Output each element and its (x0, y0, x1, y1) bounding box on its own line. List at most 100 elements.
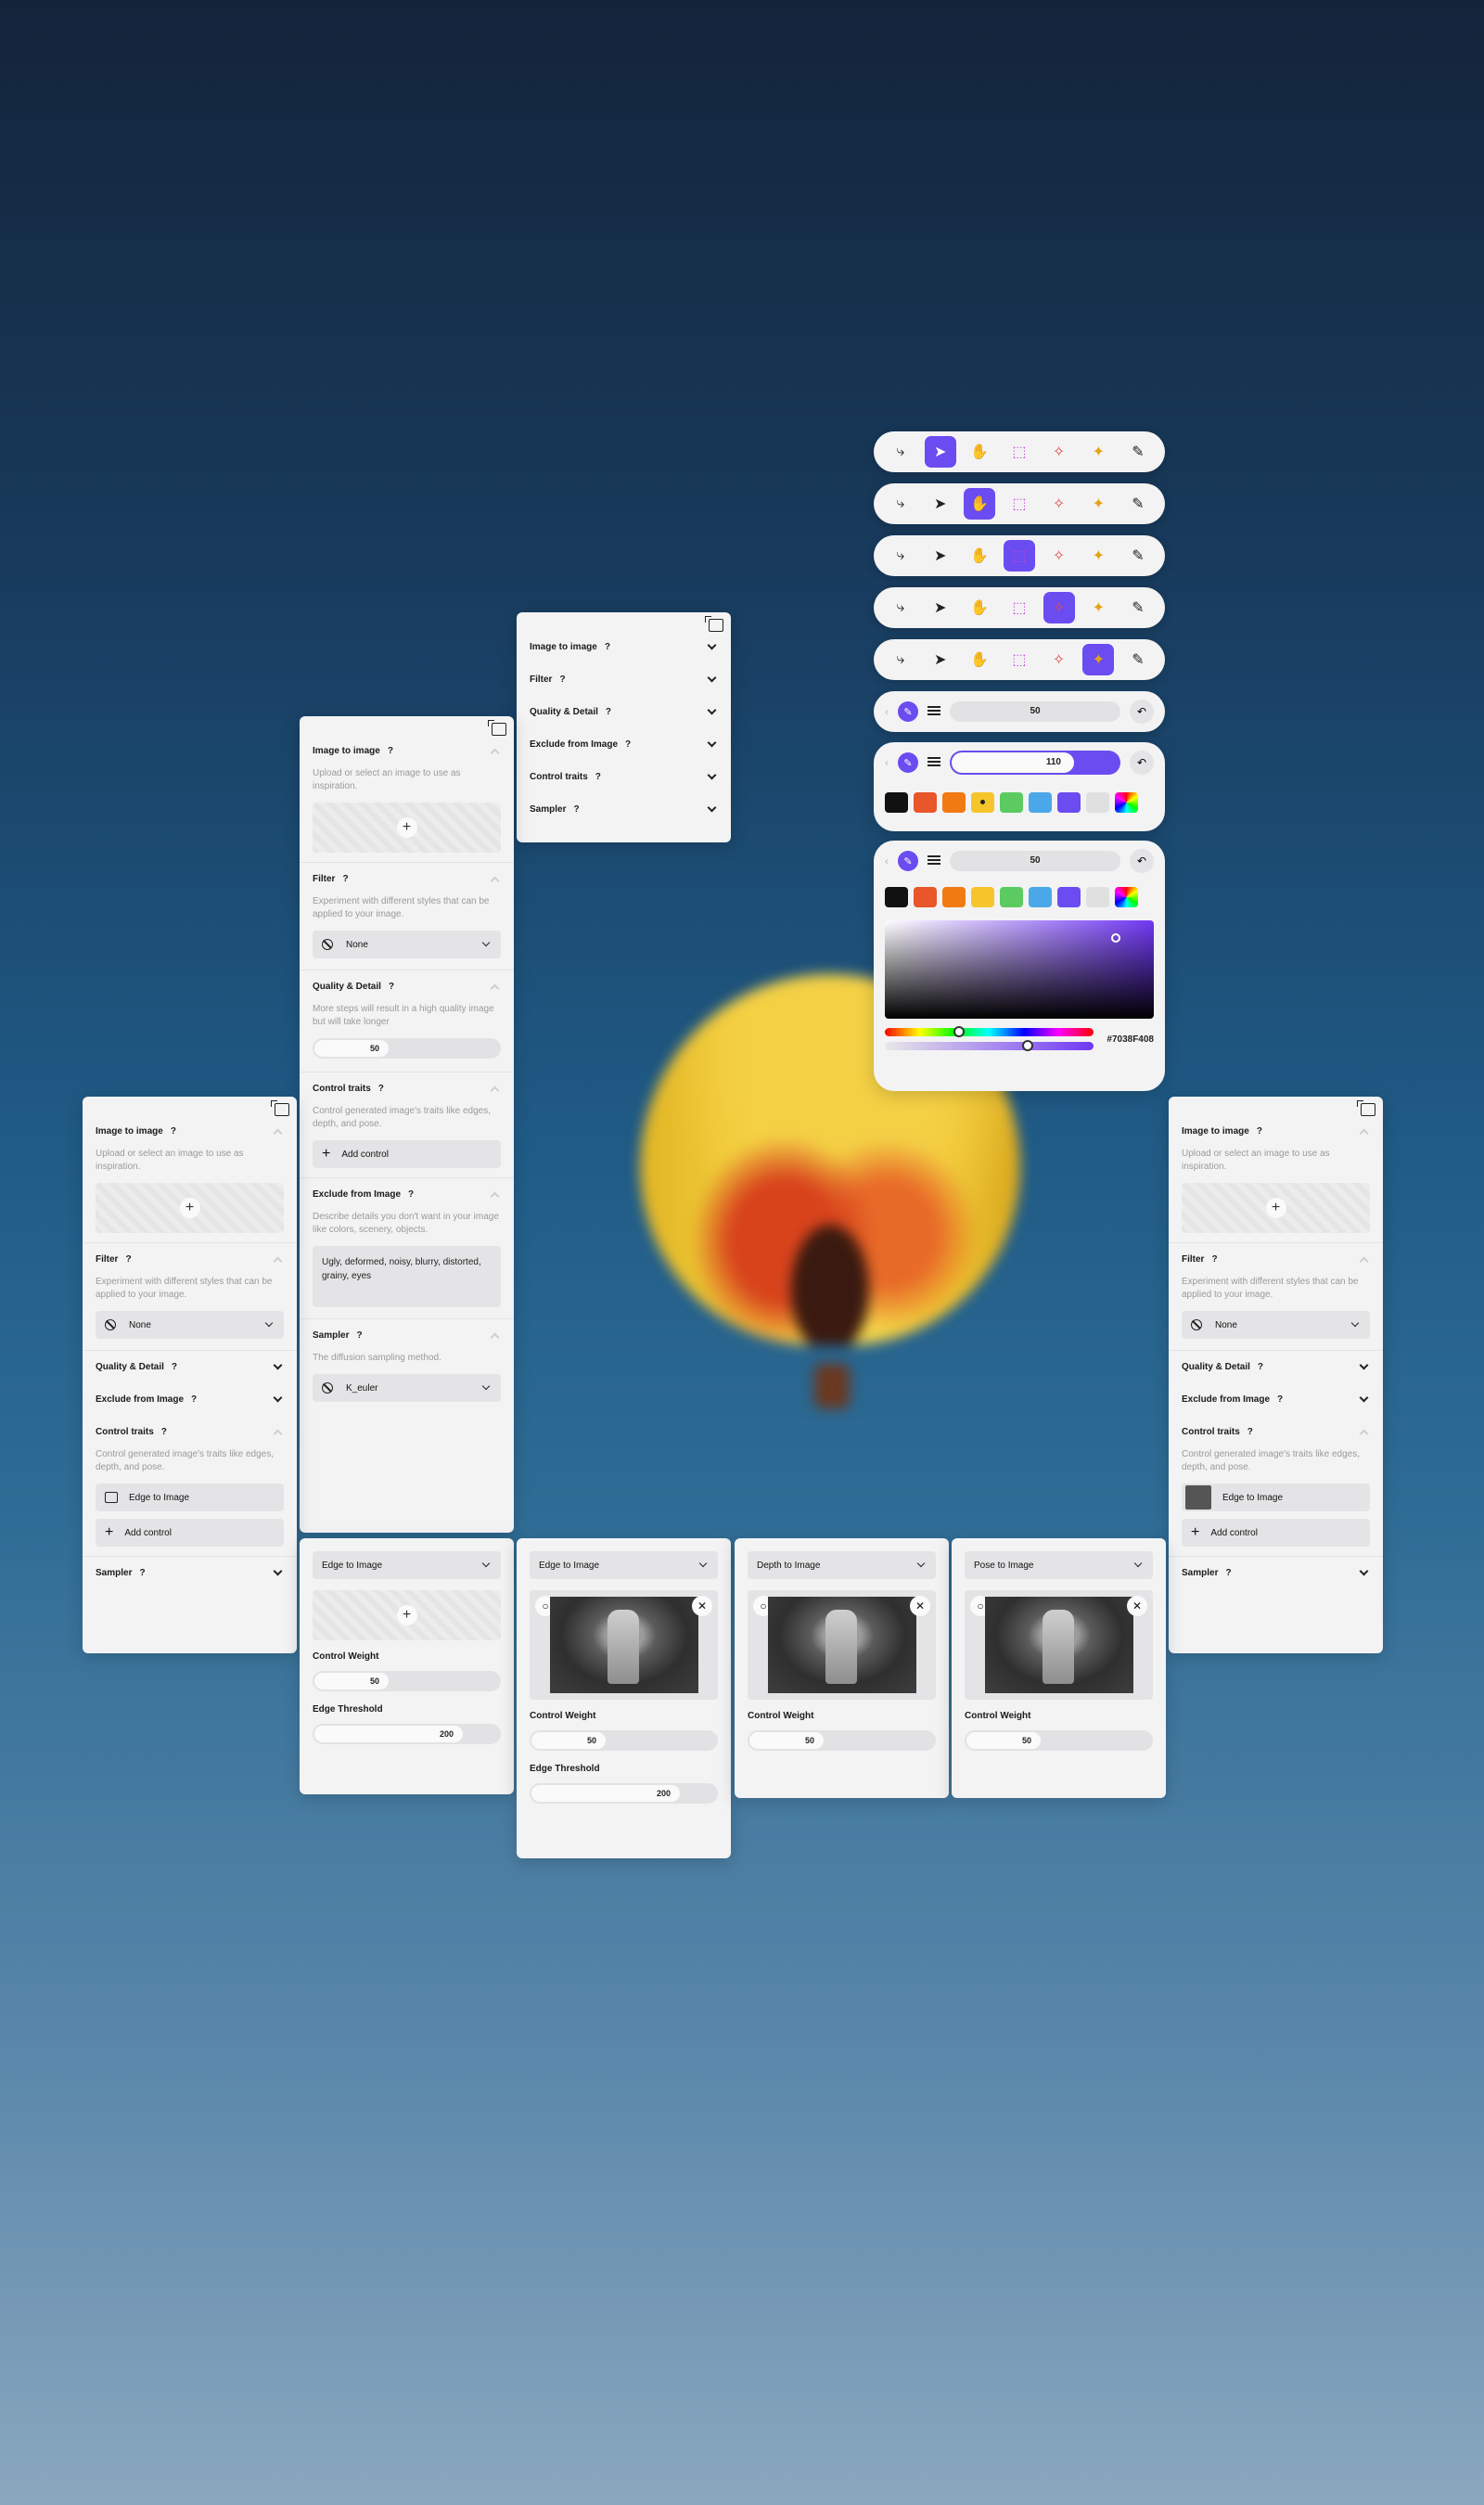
color-swatch[interactable] (1000, 792, 1023, 813)
close-icon[interactable]: ✕ (1127, 1596, 1147, 1616)
brush-icon[interactable]: ✎ (898, 752, 918, 773)
add-control-button[interactable]: + Add control (1182, 1519, 1370, 1547)
section-sampler[interactable]: Sampler? (313, 1319, 501, 1352)
control-weight-value[interactable]: 50 (749, 1732, 824, 1749)
pencil-icon[interactable]: ✎ (1122, 540, 1154, 572)
scissors-icon[interactable]: ⤷ (885, 436, 916, 468)
plus-icon[interactable]: + (179, 1198, 200, 1218)
stroke-width-icon[interactable] (928, 855, 940, 867)
eraser-icon[interactable]: ✧ (1043, 436, 1075, 468)
hue-handle[interactable] (953, 1026, 965, 1037)
edge-threshold-slider[interactable]: 200 (313, 1724, 501, 1744)
eraser-icon[interactable]: ✧ (1043, 592, 1075, 623)
color-swatch[interactable] (885, 887, 908, 907)
control-weight-value[interactable]: 50 (966, 1732, 1041, 1749)
hand-icon[interactable]: ✋ (964, 488, 996, 520)
control-weight-slider[interactable]: 50 (965, 1730, 1153, 1751)
control-weight-value[interactable]: 50 (531, 1732, 606, 1749)
back-icon[interactable]: ‹ (885, 705, 889, 718)
plus-icon[interactable]: + (1265, 1198, 1286, 1218)
control-weight-value[interactable]: 50 (314, 1673, 389, 1689)
brush-icon[interactable]: ✎ (898, 851, 918, 871)
hand-icon[interactable]: ✋ (964, 436, 995, 468)
edge-to-image-row[interactable]: Edge to Image (96, 1484, 284, 1511)
crop-icon[interactable]: ⬚ (1004, 592, 1035, 623)
crop-icon[interactable]: ⬚ (1003, 540, 1035, 572)
quality-value[interactable]: 50 (314, 1040, 389, 1057)
custom-color-swatch[interactable] (1115, 792, 1138, 813)
collapsed-section[interactable]: Sampler? (530, 793, 718, 826)
cursor-icon[interactable]: ➤ (925, 592, 956, 623)
scissors-icon[interactable]: ⤷ (885, 644, 916, 675)
eraser-icon[interactable]: ✧ (1043, 644, 1075, 675)
section-image-to-image[interactable]: Image to image? (1182, 1115, 1370, 1148)
undo-icon[interactable]: ↶ (1130, 849, 1154, 873)
collapsed-section[interactable]: Exclude from Image? (530, 728, 718, 761)
section-sampler[interactable]: Sampler? (96, 1557, 284, 1589)
color-swatch[interactable] (1086, 887, 1109, 907)
section-filter[interactable]: Filter? (96, 1243, 284, 1276)
control-weight-slider[interactable]: 50 (748, 1730, 936, 1751)
section-filter[interactable]: Filter? (1182, 1243, 1370, 1276)
color-swatch[interactable] (971, 792, 994, 813)
scissors-icon[interactable]: ⤷ (885, 540, 916, 572)
crop-icon[interactable]: ⬚ (1004, 644, 1035, 675)
color-handle[interactable] (1111, 933, 1120, 943)
close-icon[interactable]: ✕ (692, 1596, 712, 1616)
filter-select[interactable]: None (1182, 1311, 1370, 1339)
hex-value[interactable]: #7038F408 (1107, 1034, 1154, 1045)
quality-slider[interactable]: 50 (313, 1038, 501, 1059)
magic-wand-icon[interactable]: ✦ (1082, 488, 1114, 520)
color-swatch[interactable] (1029, 887, 1052, 907)
section-exclude[interactable]: Exclude from Image? (96, 1383, 284, 1416)
pencil-icon[interactable]: ✎ (1122, 644, 1154, 675)
section-sampler[interactable]: Sampler? (1182, 1557, 1370, 1589)
control-weight-slider[interactable]: 50 (313, 1671, 501, 1691)
back-icon[interactable]: ‹ (885, 756, 889, 769)
section-exclude[interactable]: Exclude from Image? (313, 1178, 501, 1211)
hand-icon[interactable]: ✋ (964, 644, 995, 675)
edge-threshold-value[interactable]: 200 (531, 1785, 680, 1802)
new-window-icon[interactable] (1357, 1100, 1375, 1116)
brush-size-slider[interactable]: 110 (950, 751, 1120, 775)
collapsed-section[interactable]: Control traits? (530, 761, 718, 793)
color-swatch[interactable] (1057, 792, 1081, 813)
undo-icon[interactable]: ↶ (1130, 700, 1154, 724)
section-control-traits[interactable]: Control traits? (96, 1416, 284, 1448)
control-type-select[interactable]: Depth to Image (748, 1551, 936, 1579)
saturation-area[interactable] (885, 920, 1154, 1019)
pencil-icon[interactable]: ✎ (1122, 488, 1154, 520)
exclude-textarea[interactable]: Ugly, deformed, noisy, blurry, distorted… (313, 1246, 501, 1307)
upload-dropzone[interactable]: + (313, 1590, 501, 1640)
eraser-icon[interactable]: ✧ (1043, 488, 1075, 520)
cursor-icon[interactable]: ➤ (925, 644, 956, 675)
add-control-button[interactable]: + Add control (313, 1140, 501, 1168)
control-weight-slider[interactable]: 50 (530, 1730, 718, 1751)
back-icon[interactable]: ‹ (885, 854, 889, 867)
alpha-slider[interactable] (885, 1040, 1094, 1051)
undo-icon[interactable]: ↶ (1130, 751, 1154, 775)
brush-icon[interactable]: ✎ (898, 701, 918, 722)
eraser-icon[interactable]: ✧ (1043, 540, 1075, 572)
edge-to-image-row[interactable]: Edge to Image (1182, 1484, 1370, 1511)
crop-icon[interactable]: ⬚ (1004, 436, 1035, 468)
color-swatch[interactable] (942, 792, 966, 813)
new-window-icon[interactable] (271, 1100, 289, 1116)
magic-wand-icon[interactable]: ✦ (1082, 540, 1114, 572)
hue-slider[interactable] (885, 1026, 1094, 1037)
cursor-icon[interactable]: ➤ (925, 488, 956, 520)
pencil-icon[interactable]: ✎ (1122, 592, 1154, 623)
magic-wand-icon[interactable]: ✦ (1082, 592, 1114, 623)
section-control-traits[interactable]: Control traits? (1182, 1416, 1370, 1448)
custom-color-swatch[interactable] (1115, 887, 1138, 907)
control-type-select[interactable]: Edge to Image (313, 1551, 501, 1579)
scissors-icon[interactable]: ⤷ (885, 592, 916, 623)
color-swatch[interactable] (1000, 887, 1023, 907)
magic-wand-icon[interactable]: ✦ (1082, 644, 1115, 675)
upload-dropzone[interactable]: + (313, 803, 501, 853)
section-quality[interactable]: Quality & Detail? (1182, 1351, 1370, 1383)
section-image-to-image[interactable]: Image to image? (313, 735, 501, 767)
collapsed-section[interactable]: Quality & Detail? (530, 696, 718, 728)
edge-threshold-slider[interactable]: 200 (530, 1783, 718, 1804)
collapsed-section[interactable]: Filter? (530, 663, 718, 696)
